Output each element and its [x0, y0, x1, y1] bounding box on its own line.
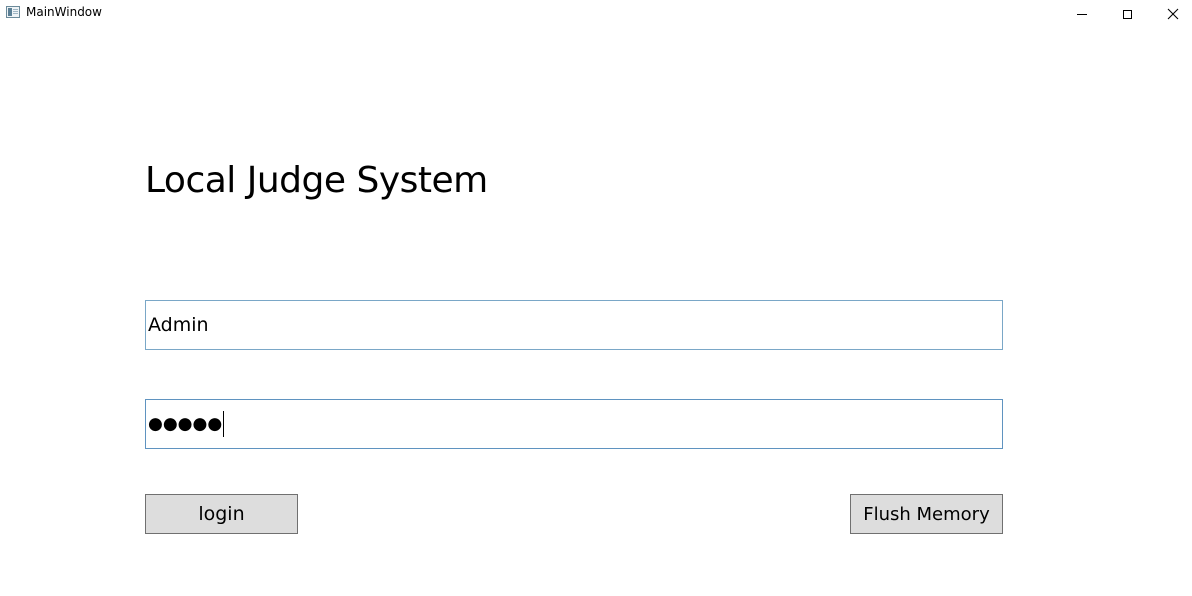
text-caret [223, 411, 225, 437]
username-value: Admin [148, 314, 209, 336]
window-title: MainWindow [26, 5, 102, 19]
username-input[interactable]: Admin [145, 300, 1003, 350]
maximize-button[interactable] [1104, 0, 1150, 28]
page-title: Local Judge System [145, 160, 488, 201]
title-bar[interactable]: MainWindow [0, 0, 1192, 28]
main-window: MainWindow Local Judge System Admin ●●●●… [0, 0, 1192, 596]
maximize-icon [1122, 9, 1132, 19]
close-button[interactable] [1150, 0, 1192, 28]
password-input[interactable]: ●●●●● [145, 399, 1003, 449]
flush-memory-button[interactable]: Flush Memory [850, 494, 1003, 534]
minimize-icon [1077, 13, 1087, 15]
login-button[interactable]: login [145, 494, 298, 534]
minimize-button[interactable] [1059, 0, 1105, 28]
close-icon [1167, 8, 1179, 20]
password-value: ●●●●● [148, 413, 223, 434]
app-icon [6, 6, 20, 18]
